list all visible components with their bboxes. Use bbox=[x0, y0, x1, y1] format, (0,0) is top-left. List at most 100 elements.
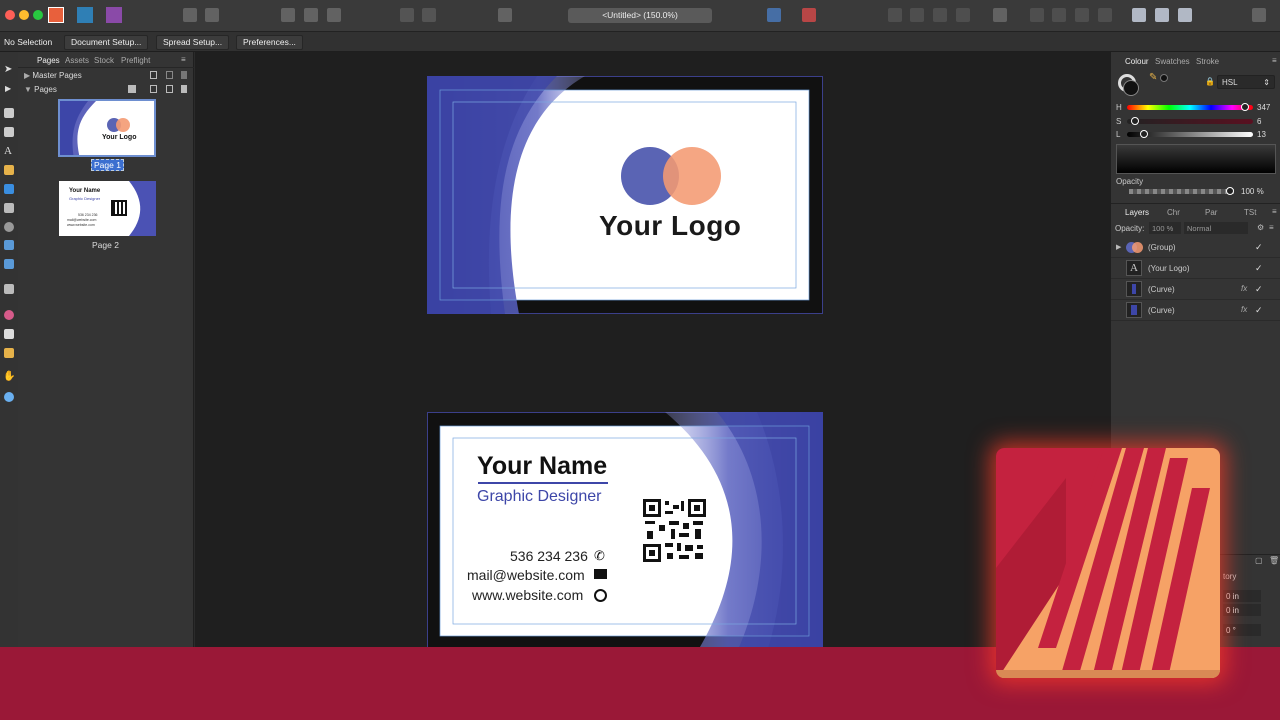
pen-tool-icon[interactable] bbox=[4, 165, 14, 175]
toolbar-icon-7[interactable] bbox=[422, 8, 436, 22]
toolbar-icon-1[interactable] bbox=[183, 8, 197, 22]
flip-icon-3[interactable] bbox=[1075, 8, 1089, 22]
tab-text-styles[interactable]: TSt bbox=[1244, 208, 1256, 217]
align-icon[interactable] bbox=[993, 8, 1007, 22]
visibility-check-icon[interactable]: ✓ bbox=[1255, 305, 1263, 316]
minimize-window-icon[interactable] bbox=[19, 10, 29, 20]
card-back-website[interactable]: www.website.com bbox=[472, 587, 583, 603]
layer-menu-icon[interactable]: ≡ bbox=[1269, 223, 1274, 232]
table-tool-icon[interactable] bbox=[4, 127, 14, 137]
saturation-slider[interactable] bbox=[1127, 117, 1253, 125]
page-1-thumbnail[interactable]: Your Logo bbox=[58, 99, 156, 157]
opacity-value[interactable]: 100 % bbox=[1241, 187, 1264, 196]
visibility-check-icon[interactable]: ✓ bbox=[1255, 284, 1263, 295]
blend-mode-select[interactable]: Normal bbox=[1184, 222, 1248, 234]
arrange-icon-1[interactable] bbox=[888, 8, 902, 22]
artistic-text-tool-icon[interactable]: A bbox=[4, 145, 12, 157]
master-pages-row[interactable]: ▶ Master Pages bbox=[24, 71, 82, 80]
hue-slider[interactable] bbox=[1127, 103, 1253, 111]
page-2-label[interactable]: Page 2 bbox=[92, 240, 119, 250]
toolbar-icon-6[interactable] bbox=[400, 8, 414, 22]
collapse-chevron-icon[interactable]: ▼ bbox=[24, 85, 34, 94]
tab-character[interactable]: Chr bbox=[1167, 208, 1180, 217]
toolbar-icon-3[interactable] bbox=[281, 8, 295, 22]
fill-color-well[interactable] bbox=[1123, 80, 1139, 96]
preferences-button[interactable]: Preferences... bbox=[236, 35, 303, 50]
tab-assets[interactable]: Assets bbox=[65, 56, 89, 65]
transparency-tool-icon[interactable] bbox=[4, 329, 14, 339]
eyedropper-icon[interactable]: ✎ bbox=[1149, 72, 1157, 83]
move-tool-icon[interactable]: ➤ bbox=[4, 64, 12, 75]
duplicate-master-icon[interactable] bbox=[166, 71, 173, 79]
crop-tool-icon[interactable] bbox=[4, 284, 14, 294]
arrange-icon-2[interactable] bbox=[910, 8, 924, 22]
user-account-icon[interactable] bbox=[1252, 8, 1266, 22]
boolean-intersect-icon[interactable] bbox=[1178, 8, 1192, 22]
page-1-label[interactable]: Page 1 bbox=[91, 159, 124, 171]
close-window-icon[interactable] bbox=[5, 10, 15, 20]
layer-row[interactable]: (Curve) fx ✓ bbox=[1111, 279, 1280, 300]
card-back-job-title[interactable]: Graphic Designer bbox=[477, 488, 602, 506]
document-canvas[interactable]: Your Logo Your Name Graphic Designer 536… bbox=[195, 52, 1110, 652]
color-picker-tool-icon[interactable] bbox=[4, 348, 14, 358]
visibility-check-icon[interactable]: ✓ bbox=[1255, 263, 1263, 274]
h-value[interactable]: 347 bbox=[1257, 103, 1270, 112]
recent-color-swatch[interactable] bbox=[1160, 74, 1168, 82]
delete-item-icon[interactable]: 🗑 bbox=[1269, 556, 1279, 565]
node-tool-icon[interactable]: ▶ bbox=[5, 84, 11, 93]
zoom-tool-icon[interactable] bbox=[4, 392, 14, 402]
s-value[interactable]: 6 bbox=[1257, 117, 1261, 126]
document-setup-button[interactable]: Document Setup... bbox=[64, 35, 149, 50]
boolean-subtract-icon[interactable] bbox=[1155, 8, 1169, 22]
lightness-slider[interactable] bbox=[1127, 130, 1253, 138]
add-page-icon[interactable] bbox=[150, 85, 157, 93]
view-mode-eye-icon[interactable] bbox=[498, 8, 512, 22]
tab-layers[interactable]: Layers bbox=[1125, 208, 1149, 217]
toolbar-icon-2[interactable] bbox=[205, 8, 219, 22]
transform-rotation-field[interactable]: 0 ° bbox=[1223, 624, 1261, 636]
page-2-thumbnail[interactable]: Your Name Graphic Designer 536 234 236 m… bbox=[59, 181, 156, 236]
snapping-magnet-icon[interactable] bbox=[802, 8, 816, 22]
history-tab-label[interactable]: tory bbox=[1223, 572, 1236, 581]
card-back-email[interactable]: mail@website.com bbox=[467, 567, 585, 583]
tab-paragraph[interactable]: Par bbox=[1205, 208, 1217, 217]
card-back-phone[interactable]: 536 234 236 bbox=[510, 548, 588, 564]
fx-icon[interactable]: fx bbox=[1241, 284, 1247, 293]
expand-group-icon[interactable]: ▶ bbox=[1116, 243, 1121, 251]
delete-master-icon[interactable] bbox=[181, 71, 187, 79]
tab-colour[interactable]: Colour bbox=[1125, 57, 1149, 66]
vector-crop-tool-icon[interactable] bbox=[4, 259, 14, 269]
picture-frame-tool-icon[interactable] bbox=[4, 203, 14, 213]
layer-row[interactable]: A (Your Logo) ✓ bbox=[1111, 258, 1280, 279]
pages-row[interactable]: ▼ Pages bbox=[24, 85, 57, 94]
add-item-icon[interactable]: ▢ bbox=[1255, 556, 1263, 565]
layer-settings-gear-icon[interactable]: ⚙ bbox=[1257, 223, 1264, 232]
l-value[interactable]: 13 bbox=[1257, 130, 1266, 139]
flip-icon-4[interactable] bbox=[1098, 8, 1112, 22]
page-master-icon[interactable] bbox=[128, 85, 136, 93]
text-frame-tool-icon[interactable] bbox=[4, 108, 14, 118]
duplicate-page-icon[interactable] bbox=[166, 85, 173, 93]
card-front-logo-text[interactable]: Your Logo bbox=[599, 210, 741, 242]
maximize-window-icon[interactable] bbox=[33, 10, 43, 20]
arrange-icon-4[interactable] bbox=[956, 8, 970, 22]
transform-y-field[interactable]: 0 in bbox=[1223, 604, 1261, 616]
layers-menu-icon[interactable]: ≡ bbox=[1272, 207, 1277, 216]
shape-tool-icon[interactable] bbox=[4, 184, 14, 194]
toolbar-icon-5[interactable] bbox=[327, 8, 341, 22]
flip-icon-1[interactable] bbox=[1030, 8, 1044, 22]
layer-row[interactable]: ▶ (Group) ✓ bbox=[1111, 237, 1280, 258]
spread-setup-button[interactable]: Spread Setup... bbox=[156, 35, 230, 50]
color-model-select[interactable]: HSL ⇕ bbox=[1217, 75, 1275, 89]
text-frame-icon[interactable] bbox=[767, 8, 781, 22]
color-preview-box[interactable] bbox=[1116, 144, 1276, 174]
fx-icon[interactable]: fx bbox=[1241, 305, 1247, 314]
transform-x-field[interactable]: 0 in bbox=[1223, 590, 1261, 602]
tab-stroke[interactable]: Stroke bbox=[1196, 57, 1219, 66]
layer-opacity-field[interactable]: 100 % bbox=[1149, 222, 1181, 234]
designer-persona-icon[interactable] bbox=[77, 7, 93, 23]
publisher-persona-icon[interactable] bbox=[48, 7, 64, 23]
tab-stock[interactable]: Stock bbox=[94, 56, 114, 65]
toolbar-icon-4[interactable] bbox=[304, 8, 318, 22]
delete-page-icon[interactable] bbox=[181, 85, 187, 93]
